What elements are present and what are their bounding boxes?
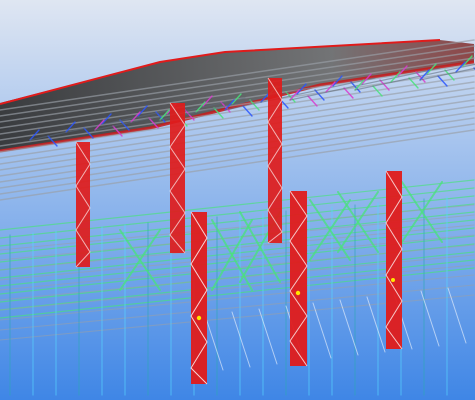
- column-front-right: [385, 170, 403, 350]
- column-front-mid: [289, 190, 308, 367]
- 3d-model-viewport[interactable]: [0, 0, 475, 400]
- column-front-left: [190, 211, 208, 385]
- steel-structure-3d-render: [0, 0, 475, 400]
